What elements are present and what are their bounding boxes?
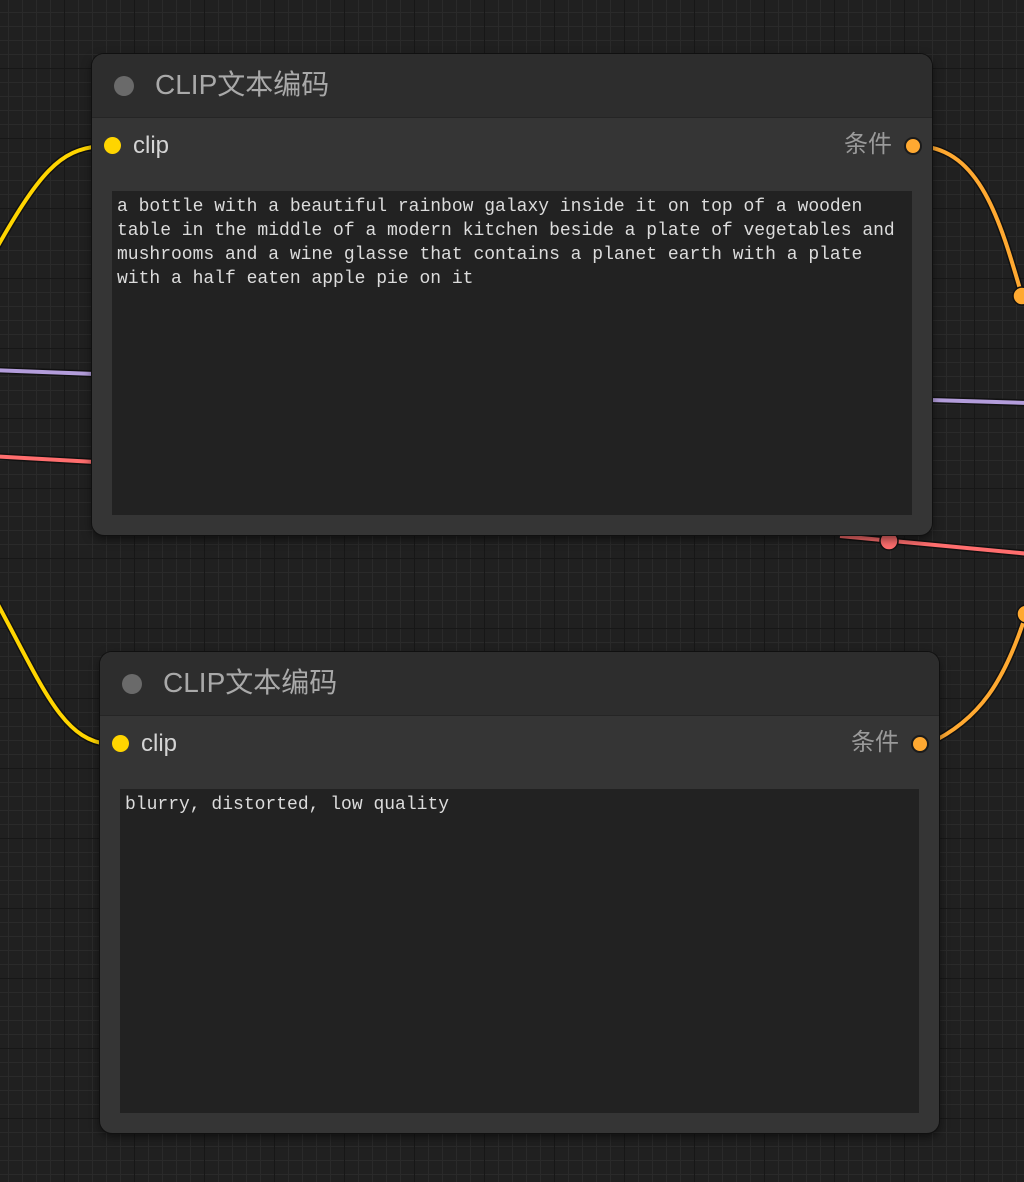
clip-link-bottom — [0, 600, 109, 748]
prompt-text-input[interactable]: blurry, distorted, low quality — [120, 789, 919, 1113]
conditioning-output-slot-icon[interactable] — [911, 735, 929, 753]
node-header[interactable]: CLIP文本编码 — [92, 54, 932, 118]
conditioning-output-label: 条件 — [844, 131, 892, 158]
clip-link-top-core — [0, 144, 101, 247]
conditioning-link-bottom-core — [927, 613, 1024, 746]
clip-link-bottom-core — [0, 604, 109, 746]
node-header[interactable]: CLIP文本编码 — [100, 652, 939, 716]
collapse-toggle-icon[interactable] — [122, 674, 142, 694]
conditioning-link-top-midpoint[interactable] — [1012, 286, 1024, 306]
clip-input-label: clip — [133, 132, 170, 159]
clip-text-encode-node-positive[interactable]: CLIP文本编码 clip 条件 a bottle with a beautif… — [92, 54, 932, 535]
conditioning-link-bottom-midpoint[interactable] — [1016, 604, 1024, 624]
conditioning-output-label: 条件 — [851, 729, 899, 756]
collapse-toggle-icon[interactable] — [114, 76, 134, 96]
latent-link-right-core — [839, 534, 1024, 556]
prompt-text-input[interactable]: a bottle with a beautiful rainbow galaxy… — [112, 191, 912, 515]
slot-row: clip 条件 — [100, 716, 939, 774]
slot-row: clip 条件 — [92, 118, 932, 176]
conditioning-output-slot-icon[interactable] — [904, 137, 922, 155]
clip-input-slot-icon[interactable] — [112, 735, 129, 752]
clip-text-encode-node-negative[interactable]: CLIP文本编码 clip 条件 blurry, distorted, low … — [100, 652, 939, 1133]
conditioning-link-top — [919, 142, 1024, 297]
conditioning-link-bottom — [926, 612, 1024, 748]
clip-input-slot-icon[interactable] — [104, 137, 121, 154]
clip-input-label: clip — [141, 730, 178, 757]
clip-link-top — [0, 142, 101, 250]
node-title: CLIP文本编码 — [163, 667, 338, 698]
graph-canvas[interactable]: CLIP文本编码 clip 条件 a bottle with a beautif… — [0, 0, 1024, 1182]
node-title: CLIP文本编码 — [155, 69, 330, 100]
